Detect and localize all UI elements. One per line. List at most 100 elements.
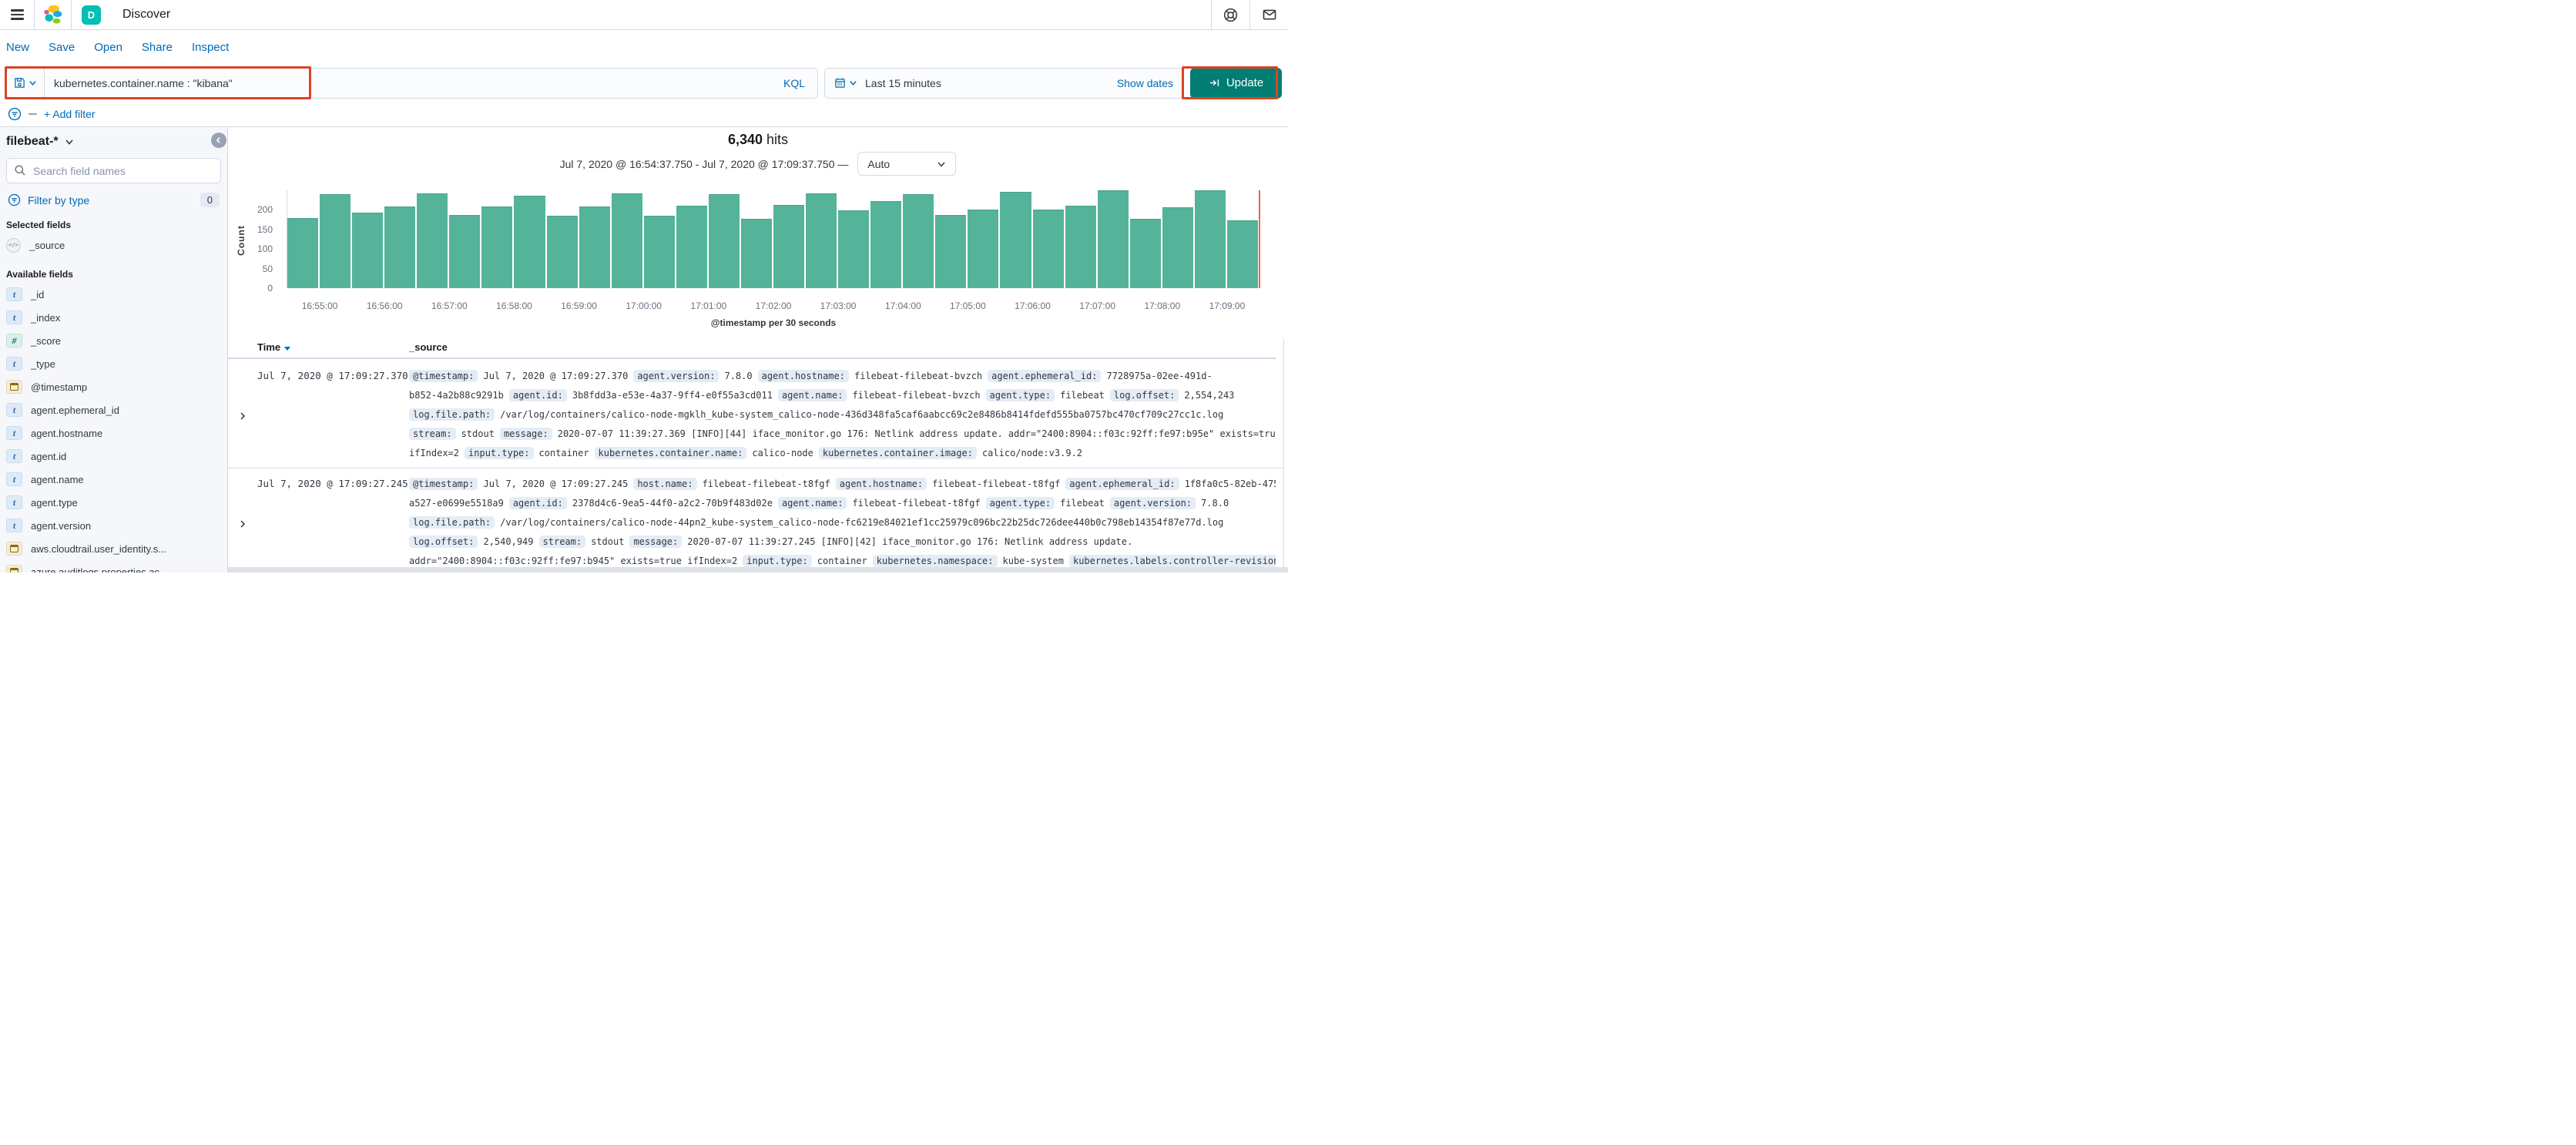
expand-row-button[interactable]	[228, 475, 257, 567]
histogram-bar[interactable]	[611, 193, 642, 288]
chevron-right-icon	[240, 411, 246, 420]
space-avatar[interactable]: D	[82, 5, 101, 25]
field-value: Jul 7, 2020 @ 17:09:27.245	[483, 478, 629, 489]
saved-query-menu-button[interactable]	[7, 68, 45, 98]
string-field-icon: t	[6, 287, 22, 301]
field-item[interactable]: </> _source	[0, 233, 227, 257]
field-value: filebeat	[1060, 390, 1105, 401]
field-chip: stream:	[409, 428, 456, 440]
histogram-bar[interactable]	[384, 206, 416, 288]
histogram-bar[interactable]	[870, 200, 902, 288]
field-value: filebeat-filebeat-t8fgf	[852, 498, 981, 509]
filter-icon[interactable]	[8, 107, 22, 121]
histogram-bar[interactable]	[1065, 206, 1096, 288]
expand-row-button[interactable]	[228, 367, 257, 463]
table-right-border	[1283, 339, 1284, 567]
histogram-bar[interactable]	[806, 193, 837, 288]
field-item[interactable]: t _index	[0, 306, 227, 329]
field-item[interactable]: t agent.hostname	[0, 421, 227, 445]
histogram-bar[interactable]	[773, 205, 805, 288]
field-item[interactable]: t agent.name	[0, 468, 227, 491]
nav-link-open[interactable]: Open	[94, 41, 122, 54]
histogram-bar[interactable]	[449, 214, 481, 288]
field-item[interactable]: @timestamp	[0, 375, 227, 398]
help-button[interactable]	[1212, 0, 1249, 29]
nav-link-inspect[interactable]: Inspect	[192, 41, 229, 54]
histogram-bar[interactable]	[708, 194, 740, 288]
elastic-logo[interactable]	[35, 5, 71, 25]
histogram-bar[interactable]	[352, 213, 384, 288]
field-chip: agent.name:	[777, 389, 847, 401]
divider	[71, 0, 72, 29]
histogram-bar[interactable]	[320, 194, 351, 288]
field-item[interactable]: azure.auditlogs.properties.ac...	[0, 560, 227, 572]
chevron-down-icon	[65, 139, 73, 145]
histogram-bar[interactable]	[546, 215, 578, 288]
histogram-bar[interactable]	[1000, 191, 1031, 288]
query-language-button[interactable]: KQL	[783, 77, 808, 89]
newsfeed-button[interactable]	[1250, 0, 1288, 29]
field-item[interactable]: t agent.version	[0, 514, 227, 537]
field-chip: input.type:	[743, 555, 812, 567]
field-chip: agent.version:	[633, 370, 719, 382]
add-filter-button[interactable]: + Add filter	[44, 108, 96, 120]
index-pattern-selector[interactable]: filebeat-*	[6, 135, 221, 149]
date-quick-select-button[interactable]	[834, 77, 857, 89]
histogram-bar[interactable]	[287, 217, 319, 288]
histogram-bar[interactable]	[1162, 207, 1193, 288]
histogram-bar[interactable]	[968, 210, 999, 288]
field-item[interactable]: t _type	[0, 352, 227, 375]
filter-by-type-button[interactable]: Filter by type	[28, 194, 89, 207]
histogram-bar[interactable]	[676, 206, 707, 288]
field-value: /var/log/containers/calico-node-mgklh_ku…	[500, 409, 1224, 420]
field-item[interactable]: aws.cloudtrail.user_identity.s...	[0, 537, 227, 560]
field-chip: agent.hostname:	[835, 478, 927, 490]
histogram-bar[interactable]	[514, 196, 545, 288]
histogram-bar[interactable]	[740, 218, 772, 288]
histogram-bar[interactable]	[579, 206, 610, 288]
histogram-bar[interactable]	[417, 193, 448, 288]
histogram-bar[interactable]	[1129, 218, 1161, 288]
histogram-bar[interactable]	[481, 206, 513, 288]
nav-link-share[interactable]: Share	[142, 41, 173, 54]
field-chip: @timestamp:	[409, 478, 478, 490]
show-dates-button[interactable]: Show dates	[1117, 77, 1173, 89]
field-item[interactable]: t agent.ephemeral_id	[0, 398, 227, 421]
selected-fields-list: </> _source	[0, 233, 227, 257]
current-time-marker	[1259, 190, 1260, 288]
histogram-bar[interactable]	[935, 214, 967, 288]
time-range-value[interactable]: Last 15 minutes	[865, 77, 1109, 89]
field-item[interactable]: t agent.id	[0, 445, 227, 468]
interval-value: Auto	[867, 157, 891, 170]
field-item[interactable]: t agent.type	[0, 491, 227, 514]
update-button-label: Update	[1226, 76, 1264, 89]
histogram-bar[interactable]	[1194, 190, 1226, 288]
column-header-time[interactable]: Time	[257, 341, 291, 353]
histogram-bar[interactable]	[838, 210, 870, 288]
update-button[interactable]: Update	[1190, 67, 1282, 99]
x-axis-ticks: 16:55:00 16:56:00 16:57:00 16:58:00 16:59:00…	[287, 301, 1259, 311]
histogram-bar[interactable]	[1097, 190, 1129, 288]
x-tick-label: 16:57:00	[431, 301, 468, 311]
field-item[interactable]: t _id	[0, 283, 227, 306]
horizontal-scrollbar[interactable]	[228, 567, 1288, 572]
field-item[interactable]: # _score	[0, 329, 227, 352]
field-chip: agent.ephemeral_id:	[1065, 478, 1179, 490]
interval-select[interactable]: Auto	[857, 152, 957, 176]
field-search-input[interactable]	[6, 158, 221, 183]
nav-link-new[interactable]: New	[6, 41, 29, 54]
nav-link-save[interactable]: Save	[49, 41, 75, 54]
doc-table-header: Time _source	[228, 337, 1276, 359]
histogram-bar[interactable]	[1226, 220, 1258, 288]
menu-icon[interactable]	[0, 0, 34, 29]
x-tick-label: 16:55:00	[301, 301, 338, 311]
column-header-source: _source	[409, 341, 448, 353]
filter-count-badge: 0	[200, 193, 220, 207]
query-input[interactable]: kubernetes.container.name : "kibana" KQL	[45, 69, 817, 98]
collapse-sidebar-button[interactable]	[211, 133, 226, 148]
field-value: addr="2400:8904::f03c:92ff:fe97:b945" ex…	[409, 556, 738, 566]
histogram-bar[interactable]	[1032, 209, 1064, 288]
histogram-bar[interactable]	[903, 194, 934, 288]
histogram-bar[interactable]	[643, 216, 675, 288]
query-input-group: kubernetes.container.name : "kibana" KQL	[6, 67, 818, 99]
